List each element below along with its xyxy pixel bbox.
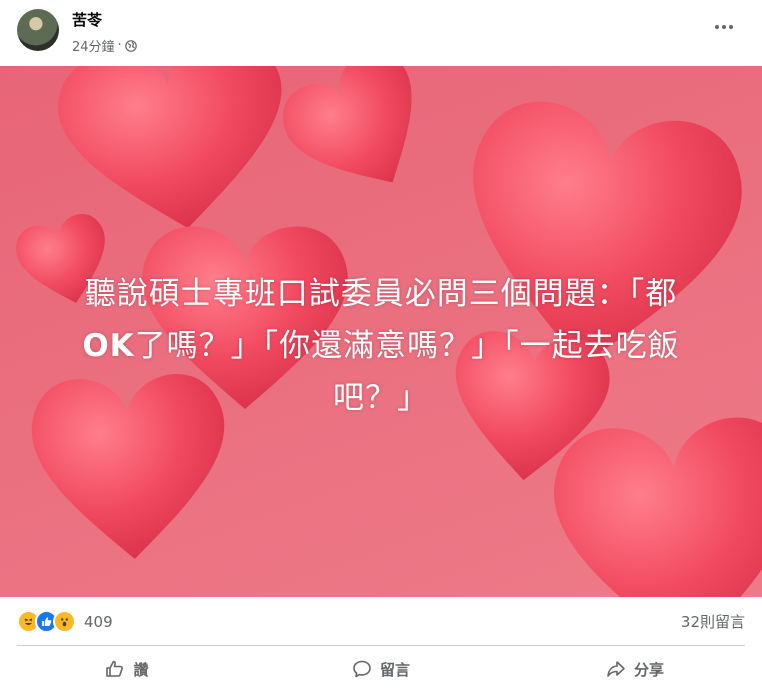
image-text-line-3: 吧？」 [333, 380, 429, 416]
comment-label: 留言 [379, 660, 410, 679]
share-label: 分享 [633, 660, 664, 679]
like-label: 讚 [133, 660, 149, 679]
comment-bubble-icon [353, 660, 371, 678]
meta-separator: · [117, 38, 122, 53]
post-timestamp[interactable]: 24分鐘 [72, 36, 115, 55]
thumbs-up-icon [106, 660, 124, 677]
reaction-count[interactable]: 409 [84, 613, 113, 631]
share-button[interactable]: 分享 [508, 646, 762, 692]
author-avatar[interactable] [17, 9, 59, 51]
author-name[interactable]: 苦苓 [72, 9, 102, 30]
comment-count[interactable]: 32則留言 [681, 611, 745, 632]
image-text-line-2: OK了嗎？」「你還滿意嗎？」「一起去吃飯 [20, 320, 742, 372]
image-text-line-2-rest: 了嗎？」「你還滿意嗎？」「一起去吃飯 [134, 328, 680, 364]
image-text-ok: OK [82, 328, 135, 364]
post-image-text: 聽說碩士專班口試委員必問三個問題：「都 OK了嗎？」「你還滿意嗎？」「一起去吃飯… [20, 268, 742, 424]
post-stats: 409 32則留言 [0, 597, 762, 647]
like-button[interactable]: 讚 [0, 646, 254, 692]
share-arrow-icon [607, 661, 625, 677]
comment-button[interactable]: 留言 [254, 646, 508, 692]
post-meta: 24分鐘 · [72, 36, 137, 55]
image-text-line-1: 聽說碩士專班口試委員必問三個問題：「都 [84, 276, 678, 312]
post-image[interactable]: 聽說碩士專班口試委員必問三個問題：「都 OK了嗎？」「你還滿意嗎？」「一起去吃飯… [0, 66, 762, 597]
wow-reaction-icon [53, 610, 76, 633]
globe-icon [124, 39, 137, 52]
more-options-icon[interactable] [710, 17, 738, 37]
reactions-summary[interactable]: 409 [17, 610, 113, 633]
post-actions: 讚 留言 分享 [0, 646, 762, 692]
post-header: 苦苓 24分鐘 · [0, 0, 762, 66]
